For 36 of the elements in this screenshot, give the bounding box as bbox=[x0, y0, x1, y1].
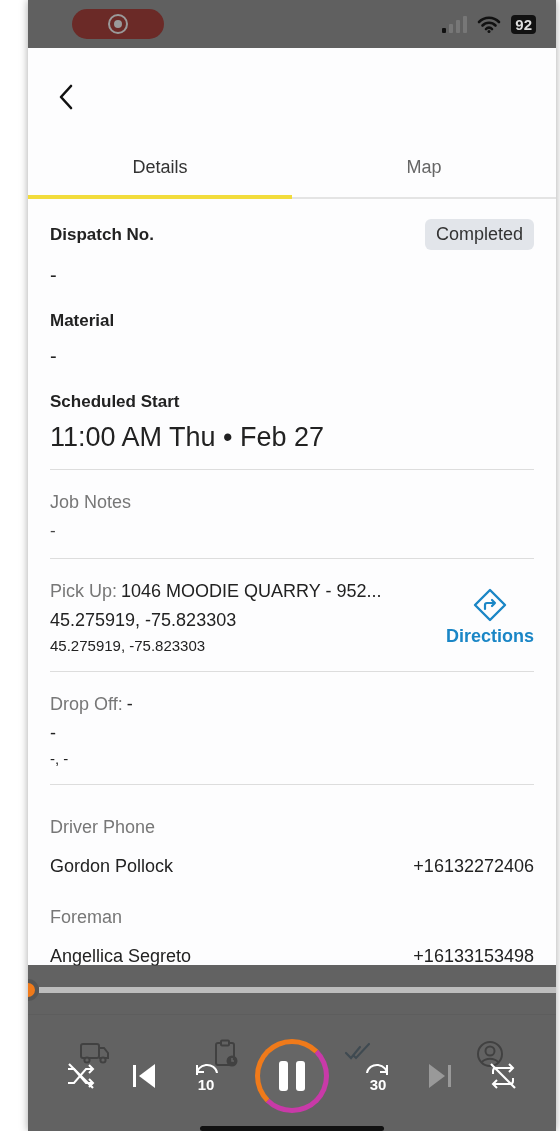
coordinates: -, - bbox=[50, 750, 70, 768]
signal-icon bbox=[441, 15, 468, 34]
phone-number[interactable]: +16133153498 bbox=[413, 946, 534, 968]
contact-label: Driver Phone bbox=[50, 817, 157, 839]
directions-link[interactable]: Directions bbox=[445, 626, 534, 648]
battery-level: 92 bbox=[511, 14, 536, 34]
contact-name: Angellica Segreto bbox=[50, 946, 192, 968]
phone-number[interactable]: +16132272406 bbox=[413, 856, 534, 878]
contact-label: Foreman bbox=[50, 907, 124, 929]
field-label: Material bbox=[50, 311, 115, 332]
back-icon[interactable] bbox=[58, 83, 74, 110]
location-name: - bbox=[126, 694, 133, 715]
wifi-icon bbox=[477, 15, 502, 34]
recording-indicator[interactable] bbox=[72, 9, 164, 40]
coordinates: - bbox=[50, 723, 57, 745]
forward-button[interactable]: 30 bbox=[363, 1060, 393, 1092]
contact-name: Gordon Pollock bbox=[50, 856, 174, 878]
coordinates: 45.275919, -75.823303 bbox=[50, 637, 207, 655]
coordinates: 45.275919, -75.823303 bbox=[50, 610, 238, 632]
record-icon bbox=[107, 13, 129, 36]
section-value: - bbox=[50, 521, 57, 542]
field-label: Scheduled Start bbox=[50, 392, 180, 413]
location-name: 1046 MOODIE QUARRY - 952... bbox=[121, 581, 382, 602]
pause-icon bbox=[277, 1060, 307, 1092]
status-badge: Completed bbox=[424, 219, 534, 251]
tab[interactable]: Details bbox=[28, 145, 292, 200]
field-value: - bbox=[50, 264, 58, 288]
tab[interactable]: Map bbox=[292, 145, 556, 200]
directions-icon[interactable] bbox=[473, 588, 507, 623]
rewind-button[interactable]: 10 bbox=[191, 1060, 221, 1092]
location-label: Drop Off: bbox=[50, 694, 123, 715]
field-label: Dispatch No. bbox=[50, 224, 154, 245]
location-label: Pick Up: bbox=[50, 581, 118, 602]
section-label: Job Notes bbox=[50, 492, 133, 514]
field-value: 11:00 AM Thu • Feb 27 bbox=[50, 422, 534, 471]
field-value: - bbox=[50, 345, 58, 369]
